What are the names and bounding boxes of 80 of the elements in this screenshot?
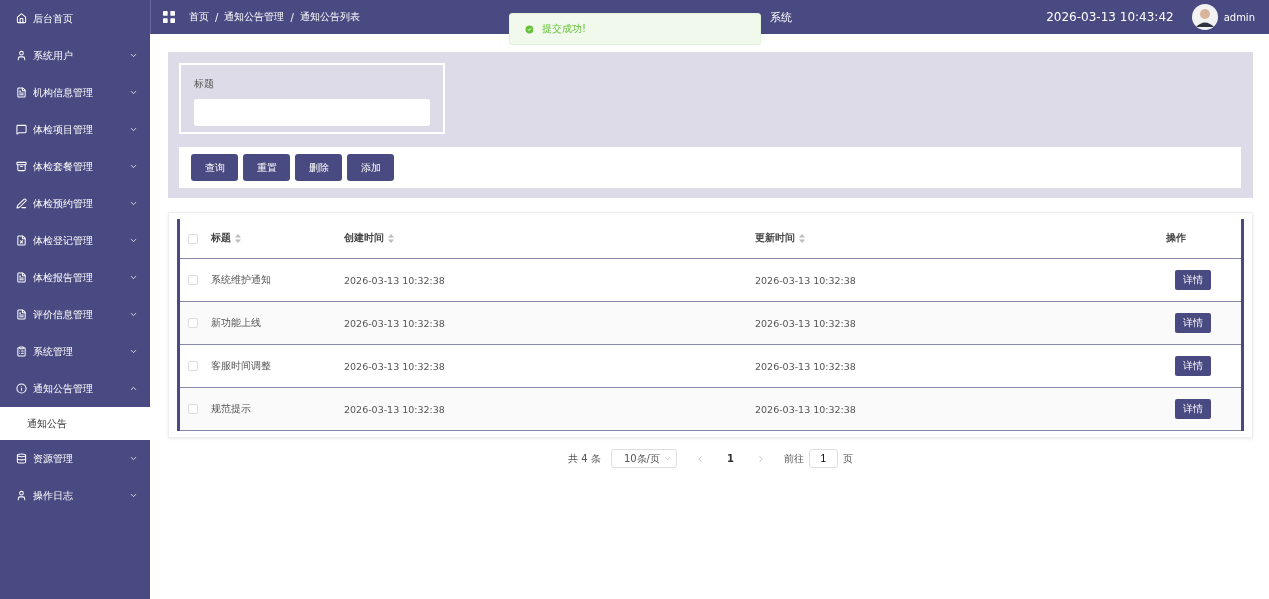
title-input[interactable]: [194, 99, 430, 126]
column-header: 标题: [211, 232, 231, 245]
breadcrumb-link[interactable]: 通知公告列表: [299, 10, 360, 24]
submenu-item[interactable]: 通知公告: [0, 407, 150, 440]
table-cell: 新功能上线: [211, 316, 261, 330]
sort-icon[interactable]: [235, 234, 241, 243]
field-label: 标题: [194, 77, 215, 91]
document-icon: [16, 309, 27, 320]
breadcrumb-link[interactable]: 通知公告管理: [224, 10, 285, 24]
sidebar-item[interactable]: 机构信息管理: [0, 74, 150, 111]
document-icon: [16, 87, 27, 98]
table-cell: 2026-03-13 10:32:38: [755, 360, 856, 372]
detail-button[interactable]: 详情: [1175, 313, 1211, 333]
avatar-icon[interactable]: [1191, 4, 1218, 30]
user-icon: [16, 490, 27, 501]
detail-button[interactable]: 详情: [1175, 270, 1211, 290]
column-header: 更新时间: [755, 232, 795, 245]
sidebar-item[interactable]: 体检套餐管理: [0, 148, 150, 185]
database-icon: [16, 453, 27, 464]
check-circle-icon: [524, 23, 535, 35]
row-checkbox[interactable]: [188, 318, 198, 328]
table-cell: 系统维护通知: [211, 273, 271, 287]
table-cell: 2026-03-13 10:32:38: [755, 403, 856, 415]
table-cell: 客服时间调整: [211, 359, 271, 373]
row-checkbox[interactable]: [188, 275, 198, 285]
sidebar-item[interactable]: 体检预约管理: [0, 185, 150, 222]
table-cell: 2026-03-13 10:32:38: [344, 274, 445, 286]
sidebar-item[interactable]: 资源管理: [0, 440, 150, 477]
pen-icon: [16, 198, 27, 209]
select-all-checkbox[interactable]: [188, 233, 198, 244]
total-count: 共 4 条: [568, 451, 601, 466]
breadcrumb-separator: /: [290, 11, 294, 23]
action-button[interactable]: 重置: [243, 154, 290, 181]
sidebar-item[interactable]: 系统用户: [0, 37, 150, 74]
datetime: 2026-03-13 10:43:42: [1046, 10, 1174, 24]
table-cell: 规范提示: [211, 402, 251, 416]
action-button[interactable]: 添加: [347, 154, 394, 181]
detail-button[interactable]: 详情: [1175, 356, 1211, 376]
sort-icon[interactable]: [388, 234, 394, 243]
document-icon: [16, 272, 27, 283]
table-cell: 2026-03-13 10:32:38: [755, 317, 856, 329]
username[interactable]: admin: [1223, 11, 1255, 23]
toast-message: 提交成功!: [542, 22, 586, 36]
sidebar-item[interactable]: 后台首页: [0, 0, 150, 37]
message-icon: [16, 124, 27, 135]
user-icon: [16, 50, 27, 61]
table-cell: 2026-03-13 10:32:38: [344, 403, 445, 415]
grid-icon[interactable]: [161, 9, 177, 25]
sidebar-item[interactable]: 系统管理: [0, 333, 150, 370]
action-button[interactable]: 查询: [191, 154, 238, 181]
table-cell: 2026-03-13 10:32:38: [344, 360, 445, 372]
sidebar-item[interactable]: 通知公告管理: [0, 370, 150, 407]
archive-icon: [16, 161, 27, 172]
info-icon: [16, 383, 27, 394]
sidebar-item[interactable]: 体检登记管理: [0, 222, 150, 259]
clipboard-icon: [16, 346, 27, 357]
table-cell: 2026-03-13 10:32:38: [344, 317, 445, 329]
detail-button[interactable]: 详情: [1175, 399, 1211, 419]
column-header: 操作: [1166, 232, 1186, 245]
row-checkbox[interactable]: [188, 404, 198, 414]
chevron-down-icon: [662, 454, 672, 463]
system-title: 系统: [769, 9, 793, 25]
file-icon: [16, 235, 27, 246]
sidebar-item[interactable]: 操作日志: [0, 477, 150, 514]
row-checkbox[interactable]: [188, 361, 198, 371]
home-icon: [16, 13, 27, 24]
breadcrumb-link[interactable]: 首页: [189, 10, 209, 24]
column-header: 创建时间: [344, 232, 384, 245]
page-unit: 页: [842, 451, 853, 466]
sidebar-item[interactable]: 体检项目管理: [0, 111, 150, 148]
page-size-select[interactable]: 10条/页: [610, 449, 677, 468]
breadcrumb-separator: /: [215, 11, 219, 23]
goto-label: 前往: [783, 451, 804, 466]
sidebar-item[interactable]: 评价信息管理: [0, 296, 150, 333]
action-button[interactable]: 删除: [295, 154, 342, 181]
page-number[interactable]: 1: [726, 453, 734, 464]
sort-icon[interactable]: [799, 234, 805, 243]
sidebar-item[interactable]: 体检报告管理: [0, 259, 150, 296]
goto-page-input[interactable]: 1: [808, 449, 838, 468]
table-cell: 2026-03-13 10:32:38: [755, 274, 856, 286]
